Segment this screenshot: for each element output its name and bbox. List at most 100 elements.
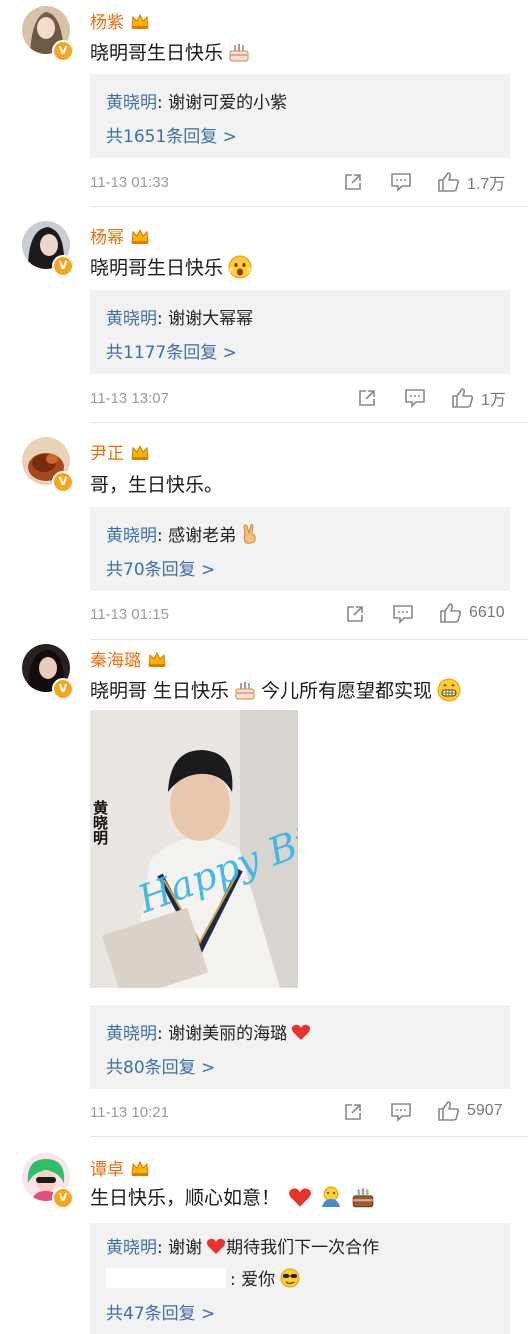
timestamp: 11-13 13:07	[90, 390, 169, 407]
comment-text: 哥，生日快乐。	[90, 470, 223, 497]
like-icon	[440, 603, 462, 623]
comment-text-body: 晓明哥生日快乐	[90, 42, 224, 64]
reply-box[interactable]: 黄晓明 : 谢谢可爱的小紫 共1651条回复 >	[90, 74, 510, 158]
shocked-face-emoji	[228, 255, 253, 278]
crown-vip-icon	[131, 1160, 149, 1176]
crown-vip-icon	[148, 651, 166, 667]
like-button[interactable]: 1万	[451, 386, 506, 410]
comment-image[interactable]: Happy Birthday 黄晓明	[90, 710, 298, 988]
comment-button[interactable]	[390, 1102, 412, 1122]
reply-text: : 谢谢	[157, 1238, 203, 1258]
share-button[interactable]	[343, 172, 363, 192]
username[interactable]: 谭卓	[90, 1155, 150, 1180]
crown-vip-icon	[131, 228, 149, 244]
victory-hand-emoji	[243, 523, 256, 544]
like-icon	[452, 388, 474, 408]
username-text[interactable]: 杨紫	[90, 8, 124, 33]
reply-line: 黄晓明 : 谢谢可爱的小紫	[106, 88, 287, 113]
reply-line: 黄晓明 : 感谢老弟	[106, 521, 260, 546]
reply-line: : 爱你	[106, 1265, 301, 1290]
timestamp: 11-13 01:15	[90, 606, 169, 623]
comment-button[interactable]	[404, 388, 426, 408]
reply-box[interactable]: 黄晓明 : 谢谢大幂幂 共1177条回复 >	[90, 290, 510, 374]
verified-badge-icon: V	[52, 1187, 74, 1209]
timestamp: 11-13 01:33	[90, 174, 169, 191]
like-icon	[438, 172, 460, 192]
like-count: 1万	[481, 392, 506, 409]
comment-text: 晓明哥生日快乐	[90, 38, 251, 65]
reply-author[interactable]: 黄晓明	[106, 304, 157, 329]
reply-author[interactable]: 黄晓明	[106, 1233, 157, 1258]
username[interactable]: 杨幂	[90, 223, 150, 248]
reply-line: 黄晓明 : 谢谢大幂幂	[106, 304, 253, 329]
reply-box[interactable]: 黄晓明 : 感谢老弟 共70条回复 >	[90, 507, 510, 591]
cake-emoji	[235, 681, 255, 699]
reply-text-2: 期待我们下一次合作	[226, 1238, 380, 1258]
comment-text: 生日快乐，顺心如意！	[90, 1183, 376, 1210]
username-text[interactable]: 尹正	[90, 439, 124, 464]
like-count: 6610	[469, 604, 505, 621]
share-icon	[359, 390, 375, 406]
verified-badge-icon: V	[52, 678, 74, 700]
share-icon	[345, 1104, 361, 1120]
crown-vip-icon	[131, 444, 149, 460]
reply-line: 黄晓明 : 谢谢美丽的海璐	[106, 1019, 311, 1044]
reply-box[interactable]: 黄晓明 : 谢谢 期待我们下一次合作 : 爱你 共47条回复 >	[90, 1223, 510, 1334]
username-text[interactable]: 杨幂	[90, 223, 124, 248]
reply-author[interactable]: 黄晓明	[106, 521, 157, 546]
share-button[interactable]	[345, 604, 365, 624]
reply-author[interactable]: 黄晓明	[106, 1019, 157, 1044]
cake-emoji	[229, 43, 249, 61]
reply-author[interactable]: 黄晓明	[106, 88, 157, 113]
more-replies-link[interactable]: 共47条回复 >	[106, 1299, 215, 1324]
comment-icon	[391, 1103, 411, 1122]
grinning-face-emoji	[437, 678, 461, 701]
reply-text: : 爱你	[230, 1270, 276, 1290]
comment-item: V 杨紫 晓明哥生日快乐 黄晓明 : 谢谢可爱的小紫 共1651条回复 > 11…	[0, 0, 528, 207]
username[interactable]: 尹正	[90, 439, 150, 464]
like-icon	[438, 1101, 460, 1121]
username[interactable]: 秦海璐	[90, 646, 167, 671]
reply-text: : 感谢老弟	[157, 526, 237, 546]
username-text[interactable]: 秦海璐	[90, 646, 141, 671]
comment-icon	[393, 605, 413, 624]
timestamp: 11-13 10:21	[90, 1104, 169, 1121]
comment-item: V 秦海璐 晓明哥 生日快乐 今儿所有愿望都实现 Happy Birthday …	[0, 640, 528, 1137]
comment-item: V 尹正 哥，生日快乐。 黄晓明 : 感谢老弟 共70条回复 > 11-13 0…	[0, 423, 528, 640]
crown-vip-icon	[131, 13, 149, 29]
comment-button[interactable]	[392, 604, 414, 624]
username-text[interactable]: 谭卓	[90, 1155, 124, 1180]
like-button[interactable]: 5907	[437, 1100, 503, 1122]
like-count: 1.7万	[467, 176, 506, 193]
more-replies-link[interactable]: 共80条回复 >	[106, 1053, 215, 1078]
share-icon	[347, 606, 363, 622]
comment-button[interactable]	[390, 172, 412, 192]
like-button[interactable]: 1.7万	[437, 170, 505, 194]
image-caption-text: 黄晓明	[91, 799, 109, 846]
sunglasses-face-emoji	[280, 1268, 300, 1287]
comment-text: 晓明哥 生日快乐 今儿所有愿望都实现	[90, 676, 462, 703]
heart-emoji	[289, 1187, 311, 1207]
comment-icon	[391, 173, 411, 192]
comment-text-body: 晓明哥 生日快乐	[90, 680, 230, 702]
like-button[interactable]: 6610	[439, 602, 505, 624]
comment-text-body-2: 今儿所有愿望都实现	[261, 680, 433, 702]
redacted-username	[106, 1267, 226, 1288]
username[interactable]: 杨紫	[90, 8, 150, 33]
share-button[interactable]	[343, 1102, 363, 1122]
heart-emoji	[207, 1238, 226, 1254]
comment-text: 晓明哥生日快乐	[90, 253, 253, 280]
more-replies-link[interactable]: 共70条回复 >	[106, 555, 215, 580]
verified-badge-icon: V	[52, 40, 74, 62]
more-replies-link[interactable]: 共1651条回复 >	[106, 122, 237, 147]
comment-icon	[405, 389, 425, 408]
reply-line: 黄晓明 : 谢谢 期待我们下一次合作	[106, 1233, 379, 1258]
reply-box[interactable]: 黄晓明 : 谢谢美丽的海璐 共80条回复 >	[90, 1005, 510, 1089]
comment-text-body: 生日快乐，顺心如意！	[90, 1187, 281, 1209]
hugging-emoji	[322, 1186, 341, 1207]
more-replies-link[interactable]: 共1177条回复 >	[106, 338, 237, 363]
comment-item: V 杨幂 晓明哥生日快乐 黄晓明 : 谢谢大幂幂 共1177条回复 > 11-1…	[0, 207, 528, 423]
comment-item: V 谭卓 生日快乐，顺心如意！ 黄晓明 : 谢谢 期待我们下一次合作 : 爱你 …	[0, 1137, 528, 1334]
share-button[interactable]	[357, 388, 377, 408]
reply-text: : 谢谢美丽的海璐	[157, 1024, 288, 1044]
